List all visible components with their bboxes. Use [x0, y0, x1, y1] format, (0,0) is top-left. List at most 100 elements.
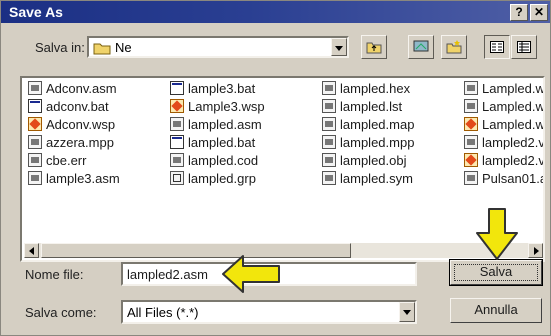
- file-item[interactable]: lampled.sym: [322, 171, 413, 189]
- file-doc-icon: [28, 171, 42, 185]
- file-item[interactable]: lampled.lst: [322, 99, 402, 117]
- file-name: Lample3.wsp: [188, 99, 265, 114]
- file-item[interactable]: lampled.cod: [170, 153, 258, 171]
- file-name: lampled.bat: [188, 135, 256, 150]
- file-item[interactable]: Lampled.w: [464, 117, 545, 135]
- file-wsp-icon: [170, 99, 184, 113]
- scroll-right-icon[interactable]: [528, 243, 543, 258]
- save-as-type-combo[interactable]: All Files (*.*): [121, 300, 417, 324]
- file-doc-icon: [464, 81, 478, 95]
- file-item[interactable]: Adconv.wsp: [28, 117, 115, 135]
- file-name: lampled.map: [340, 117, 415, 132]
- cancel-button[interactable]: Annulla: [450, 298, 542, 323]
- file-doc-icon: [170, 117, 184, 131]
- file-item[interactable]: Lampled.w: [464, 99, 545, 117]
- filename-value: lampled2.asm: [127, 267, 208, 282]
- file-name: lampled.lst: [340, 99, 403, 114]
- save-as-type-value: All Files (*.*): [127, 305, 199, 320]
- file-name: lampled.obj: [340, 153, 407, 168]
- horizontal-scrollbar[interactable]: [24, 243, 543, 258]
- file-item[interactable]: lample3.bat: [170, 81, 255, 99]
- file-item[interactable]: lampled2.v: [464, 135, 545, 153]
- file-wsp-icon: [28, 117, 42, 131]
- file-item[interactable]: lampled.obj: [322, 153, 407, 171]
- desktop-button[interactable]: [408, 35, 434, 59]
- file-name: Adconv.wsp: [46, 117, 116, 132]
- file-item[interactable]: lampled.asm: [170, 117, 262, 135]
- up-folder-button[interactable]: [361, 35, 387, 59]
- file-item[interactable]: lampled2.v: [464, 153, 545, 171]
- list-view-button[interactable]: [484, 35, 510, 59]
- file-item[interactable]: lampled.mpp: [322, 135, 414, 153]
- file-item[interactable]: lampled.grp: [170, 171, 256, 189]
- file-item[interactable]: Pulsan01.a: [464, 171, 545, 189]
- file-doc-icon: [322, 171, 336, 185]
- file-name: lampled2.v: [482, 135, 545, 150]
- file-name: lampled.grp: [188, 171, 256, 186]
- save-as-type-label: Salva come:: [25, 305, 97, 320]
- save-in-combo[interactable]: Ne: [87, 36, 349, 58]
- file-name: Lampled.w: [482, 117, 545, 132]
- file-doc-icon: [28, 135, 42, 149]
- details-view-button[interactable]: [511, 35, 537, 59]
- file-name: lampled.sym: [340, 171, 413, 186]
- file-item[interactable]: lample3.asm: [28, 171, 120, 189]
- file-doc-icon: [464, 171, 478, 185]
- file-doc-icon: [322, 153, 336, 167]
- folder-icon: [93, 41, 111, 58]
- file-name: lampled.cod: [188, 153, 259, 168]
- title-bar[interactable]: Save As ? ✕: [1, 1, 550, 23]
- file-name: lample3.asm: [46, 171, 120, 186]
- file-name: lample3.bat: [188, 81, 256, 96]
- file-wsp-icon: [464, 117, 478, 131]
- file-bat-icon: [170, 81, 184, 95]
- file-item[interactable]: cbe.err: [28, 153, 86, 171]
- file-item[interactable]: lampled.bat: [170, 135, 255, 153]
- file-name: Lampled.w: [482, 81, 545, 96]
- save-in-value: Ne: [115, 40, 132, 55]
- file-doc-icon: [28, 81, 42, 95]
- file-name: adconv.bat: [46, 99, 109, 114]
- save-as-dialog: Save As ? ✕ Salva in: Ne Adconv.asm adco…: [0, 0, 551, 336]
- list-view-icon: [490, 41, 504, 56]
- file-item[interactable]: Adconv.asm: [28, 81, 117, 99]
- close-button[interactable]: ✕: [530, 4, 548, 21]
- scrollbar-thumb[interactable]: [41, 243, 351, 258]
- file-doc-icon: [28, 153, 42, 167]
- file-bat-icon: [28, 99, 42, 113]
- annotation-arrow-left-icon: [221, 253, 283, 298]
- file-name: lampled.hex: [340, 81, 411, 96]
- chevron-down-icon[interactable]: [399, 302, 415, 322]
- desktop-icon: [413, 40, 429, 57]
- file-name: Pulsan01.a: [482, 171, 545, 186]
- file-name: lampled2.v: [482, 153, 545, 168]
- file-name: lampled.asm: [188, 117, 262, 132]
- new-folder-button[interactable]: [441, 35, 467, 59]
- file-list[interactable]: Adconv.asm adconv.bat Adconv.wsp azzera.mpp…: [20, 76, 545, 262]
- annotation-arrow-down-icon: [475, 207, 519, 264]
- file-wsp-icon: [464, 153, 478, 167]
- help-button[interactable]: ?: [510, 4, 528, 21]
- file-name: Adconv.asm: [46, 81, 117, 96]
- file-item[interactable]: Lampled.w: [464, 81, 545, 99]
- file-item[interactable]: lampled.hex: [322, 81, 410, 99]
- file-doc-icon: [322, 81, 336, 95]
- file-doc-icon: [322, 135, 336, 149]
- file-grp-icon: [170, 171, 184, 185]
- file-doc-icon: [322, 117, 336, 131]
- file-item[interactable]: Lample3.wsp: [170, 99, 265, 117]
- file-item[interactable]: lampled.map: [322, 117, 414, 135]
- file-name: cbe.err: [46, 153, 87, 168]
- filename-label: Nome file:: [25, 267, 84, 282]
- file-name: azzera.mpp: [46, 135, 114, 150]
- file-doc-icon: [170, 153, 184, 167]
- window-title: Save As: [9, 4, 63, 20]
- scroll-left-icon[interactable]: [24, 243, 39, 258]
- details-view-icon: [517, 41, 531, 56]
- file-item[interactable]: adconv.bat: [28, 99, 109, 117]
- up-folder-icon: [366, 40, 382, 57]
- file-name: Lampled.w: [482, 99, 545, 114]
- chevron-down-icon[interactable]: [331, 38, 347, 56]
- cancel-button-label: Annulla: [474, 302, 518, 317]
- file-item[interactable]: azzera.mpp: [28, 135, 114, 153]
